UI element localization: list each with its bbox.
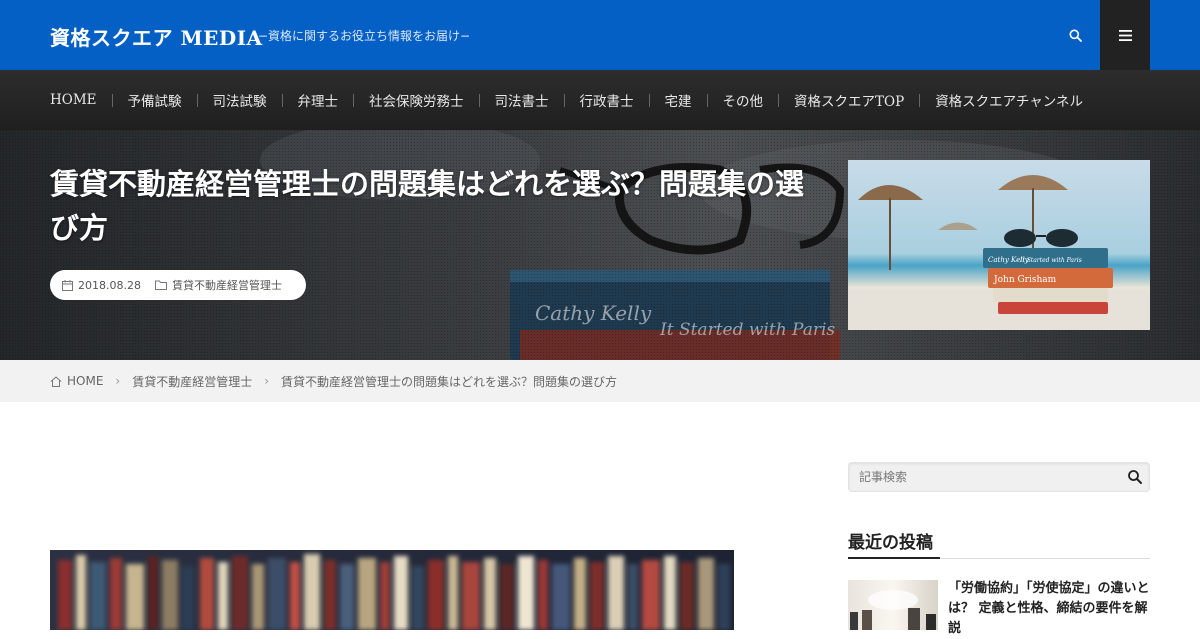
nav-separator bbox=[111, 93, 113, 107]
header-search-button[interactable] bbox=[1050, 0, 1100, 70]
hero-thumbnail-image: Cathy Kelly It Started with Paris John G… bbox=[848, 160, 1150, 330]
nav-separator bbox=[706, 93, 708, 107]
nav-item-home[interactable]: HOME bbox=[50, 92, 128, 108]
nav-separator bbox=[778, 93, 780, 107]
article-title: 賃貸不動産経営管理士の問題集はどれを選ぶ？問題集の選び方 bbox=[50, 167, 805, 245]
nav-separator bbox=[281, 93, 283, 107]
hamburger-menu-icon bbox=[1118, 29, 1132, 41]
nav-link[interactable]: 弁理士 bbox=[298, 90, 339, 110]
sidebar-search-input[interactable] bbox=[849, 463, 1109, 491]
article-hero: Cathy Kelly It Started with Paris 賃貸不動産経… bbox=[0, 130, 1200, 360]
site-header: 資格スクエア MEDIA −資格に関するお役立ち情報をお届け− bbox=[0, 0, 1200, 70]
calendar-icon bbox=[62, 279, 73, 291]
breadcrumb-category[interactable]: 賃貸不動産経営管理士 bbox=[132, 373, 252, 390]
nav-item-real-estate[interactable]: 宅建 bbox=[665, 90, 723, 110]
header-menu-button[interactable] bbox=[1100, 0, 1150, 70]
nav-link[interactable]: その他 bbox=[723, 90, 764, 110]
nav-link[interactable]: 社会保険労務士 bbox=[369, 90, 464, 110]
hero-book-text-1: Cathy Kelly bbox=[535, 301, 652, 325]
nav-link[interactable]: 資格スクエアTOP bbox=[794, 90, 904, 110]
thumb-book-text-2: It Started with Paris bbox=[1019, 257, 1082, 264]
article-category-link[interactable]: 賃貸不動産経営管理士 bbox=[172, 277, 282, 293]
nav-separator bbox=[353, 93, 355, 107]
nav-link[interactable]: 司法試験 bbox=[213, 90, 267, 110]
nav-item-labor-consultant[interactable]: 社会保険労務士 bbox=[369, 90, 495, 110]
thumb-book-text-3: John Grisham bbox=[993, 275, 1057, 285]
nav-item-judicial-scrivener[interactable]: 司法書士 bbox=[495, 90, 580, 110]
nav-link[interactable]: 宅建 bbox=[665, 90, 692, 110]
nav-item-square-top[interactable]: 資格スクエアTOP bbox=[794, 90, 935, 110]
article-date: 2018.08.28 bbox=[78, 278, 141, 292]
article-meta: 2018.08.28 賃貸不動産経営管理士 bbox=[50, 270, 306, 300]
widget-title-accent bbox=[848, 557, 940, 559]
nav-separator bbox=[919, 93, 921, 107]
nav-link[interactable]: HOME bbox=[50, 92, 97, 108]
nav-link[interactable]: 資格スクエアチャンネル bbox=[935, 90, 1083, 110]
sidebar-search bbox=[848, 462, 1150, 492]
hero-book-text-2: It Started with Paris bbox=[659, 320, 835, 340]
nav-link[interactable]: 司法書士 bbox=[495, 90, 549, 110]
search-icon[interactable] bbox=[1127, 469, 1143, 485]
chevron-right-icon: › bbox=[264, 374, 270, 388]
site-tagline: −資格に関するお役立ち情報をお届け− bbox=[258, 29, 471, 43]
breadcrumb-current: 賃貸不動産経営管理士の問題集はどれを選ぶ？問題集の選び方 bbox=[281, 374, 618, 389]
article-featured-image bbox=[50, 550, 734, 630]
chevron-right-icon: › bbox=[115, 374, 121, 388]
global-nav: HOME 予備試験 司法試験 弁理士 社会保険労務士 司法書士 行政書士 宅建 … bbox=[0, 70, 1200, 130]
nav-item-administrative-scrivener[interactable]: 行政書士 bbox=[580, 90, 665, 110]
breadcrumb-home[interactable]: HOME bbox=[67, 374, 103, 388]
site-logo[interactable]: 資格スクエア MEDIA bbox=[50, 22, 263, 51]
nav-separator bbox=[563, 93, 565, 107]
nav-separator bbox=[478, 93, 480, 107]
nav-link[interactable]: 行政書士 bbox=[580, 90, 634, 110]
breadcrumb: HOME › 賃貸不動産経営管理士 › 賃貸不動産経営管理士の問題集はどれを選ぶ… bbox=[0, 360, 1200, 402]
nav-item-other[interactable]: その他 bbox=[723, 90, 795, 110]
home-icon bbox=[50, 375, 62, 387]
recent-post-thumbnail[interactable] bbox=[848, 580, 938, 630]
nav-item-patent-attorney[interactable]: 弁理士 bbox=[298, 90, 370, 110]
nav-item-preliminary-exam[interactable]: 予備試験 bbox=[128, 90, 213, 110]
folder-icon bbox=[154, 280, 167, 290]
search-icon bbox=[1069, 29, 1082, 42]
recent-posts-title: 最近の投稿 bbox=[848, 533, 933, 553]
nav-link[interactable]: 予備試験 bbox=[128, 90, 182, 110]
nav-item-bar-exam[interactable]: 司法試験 bbox=[213, 90, 298, 110]
nav-item-square-channel[interactable]: 資格スクエアチャンネル bbox=[935, 90, 1083, 110]
nav-separator bbox=[196, 93, 198, 107]
recent-post-title[interactable]: 「労働協約」「労使協定」の違いとは？ 定義と性格、締結の要件を解説 bbox=[948, 579, 1150, 639]
nav-separator bbox=[648, 93, 650, 107]
